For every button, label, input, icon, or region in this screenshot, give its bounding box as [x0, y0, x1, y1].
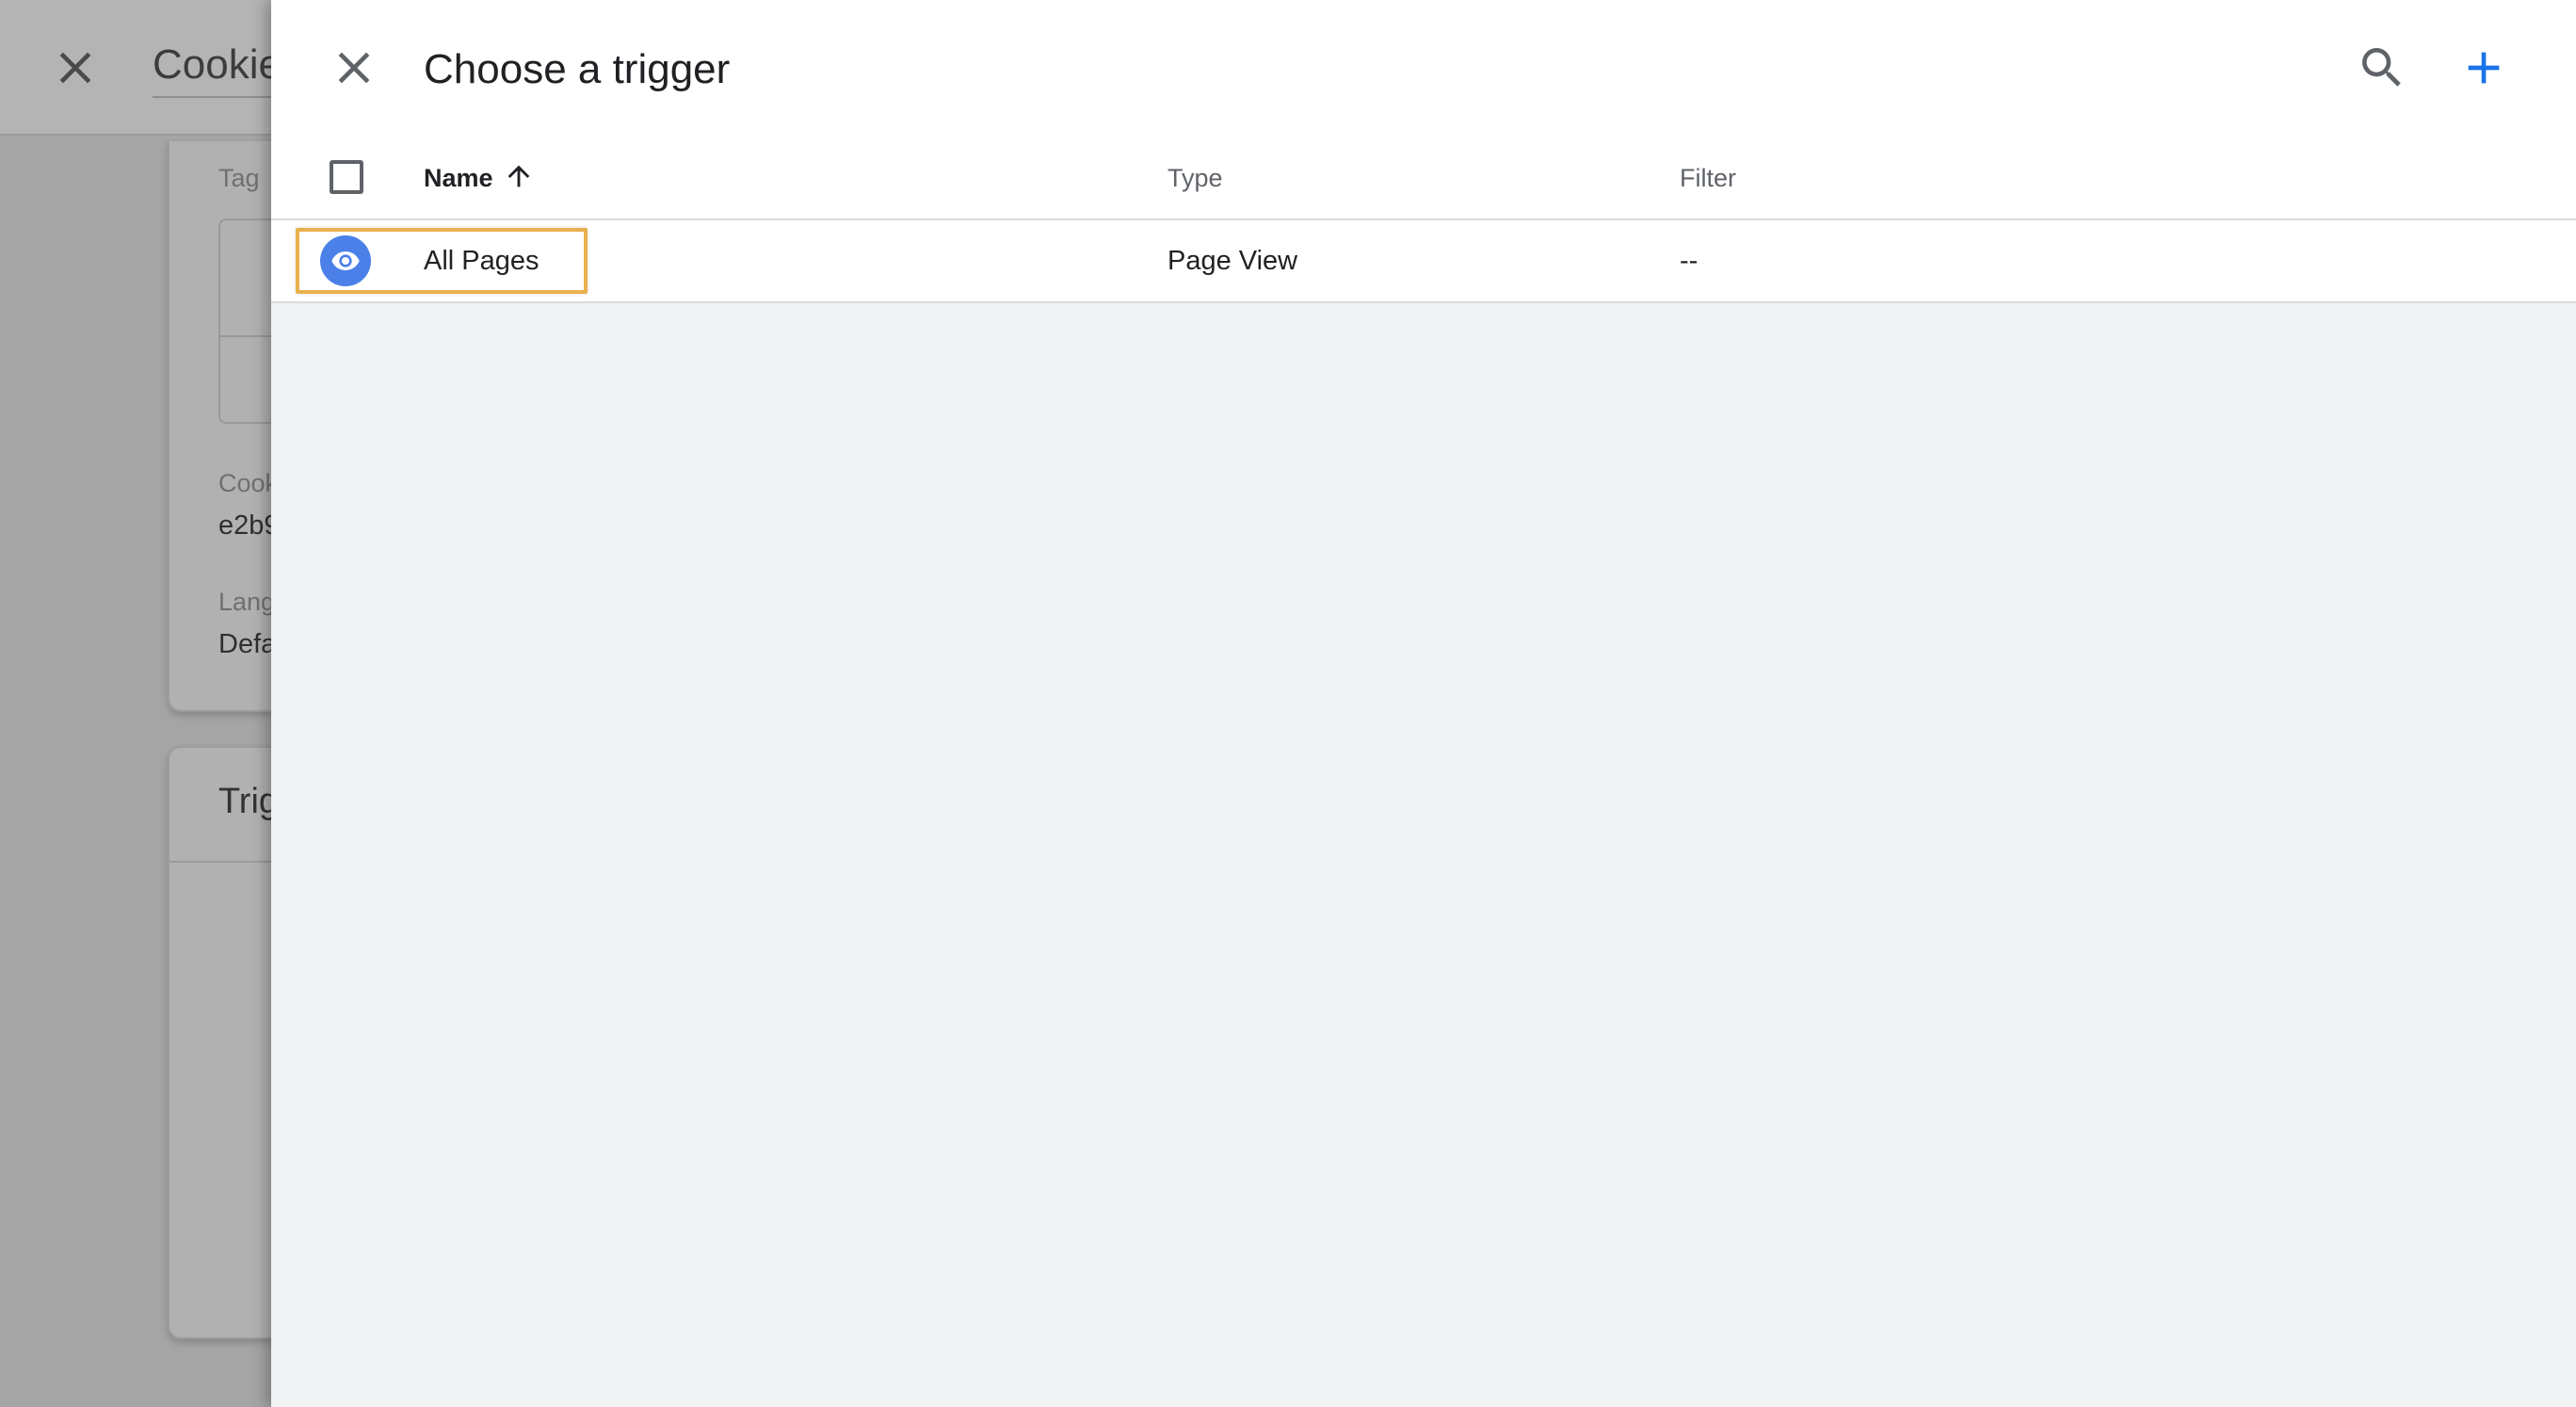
panel-title: Choose a trigger — [424, 46, 731, 92]
close-icon[interactable] — [328, 41, 380, 94]
sort-ascending-icon[interactable] — [503, 160, 535, 192]
background-triggering-title: Trig — [218, 782, 280, 821]
select-all-checkbox[interactable] — [330, 160, 363, 194]
eye-icon — [320, 235, 371, 286]
choose-trigger-panel: Choose a trigger Name Type Filter All Pa… — [271, 0, 2576, 1407]
column-header-type: Type — [1167, 164, 1223, 192]
panel-header: Choose a trigger Name Type Filter — [271, 0, 2576, 220]
background-cookie-label: Cook — [218, 469, 279, 497]
background-tag-label: Tag — [218, 164, 260, 192]
background-language-label: Lang — [218, 588, 276, 616]
trigger-filter: -- — [1680, 246, 1699, 276]
trigger-type: Page View — [1167, 246, 1298, 276]
background-language-value: Defa — [218, 629, 277, 659]
table-row[interactable]: All Pages Page View -- — [271, 220, 2576, 303]
column-header-name[interactable]: Name — [424, 162, 493, 194]
background-close-icon — [49, 41, 102, 94]
plus-icon[interactable] — [2457, 41, 2510, 94]
background-title: Cookie — [153, 41, 282, 98]
column-header-filter: Filter — [1680, 164, 1736, 192]
trigger-name[interactable]: All Pages — [424, 245, 539, 277]
background-cookie-value: e2b9 — [218, 510, 280, 541]
search-icon[interactable] — [2356, 41, 2408, 94]
